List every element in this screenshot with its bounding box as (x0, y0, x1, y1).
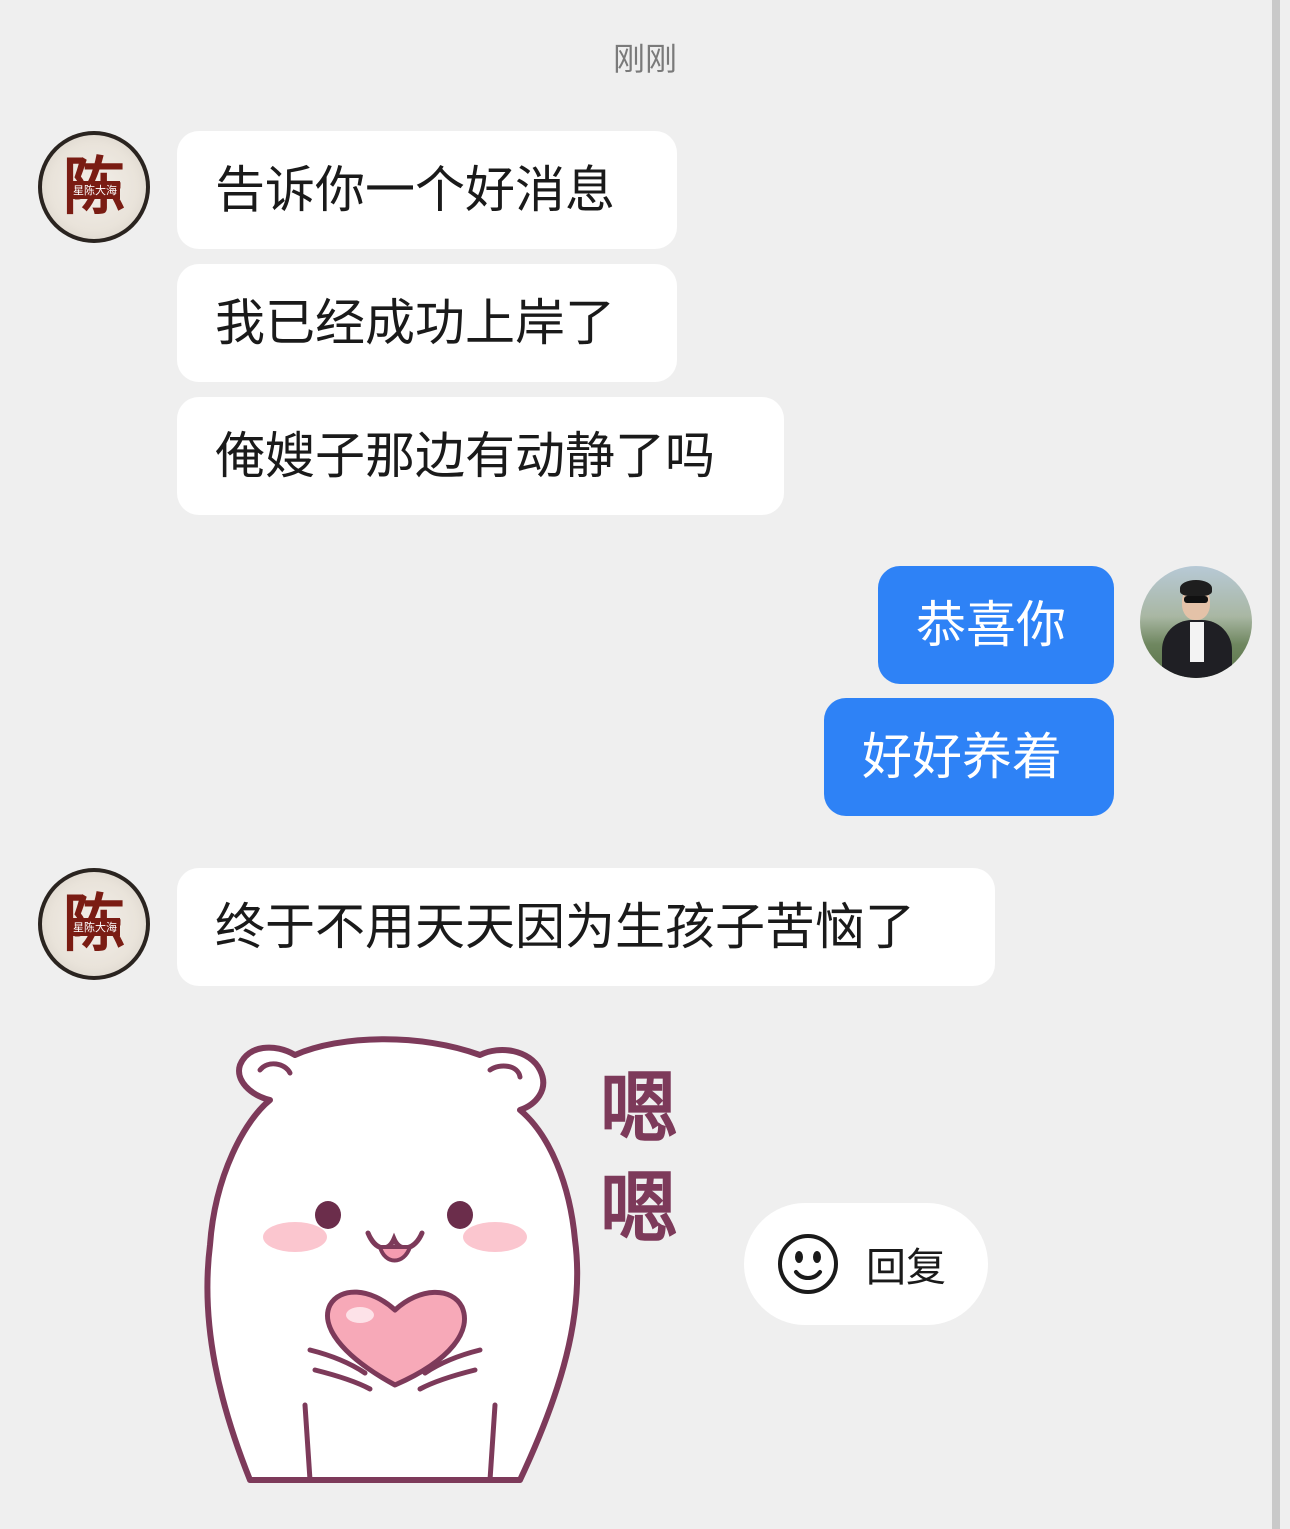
avatar-subtext: 星陈大海 (70, 181, 120, 199)
message-bubble-outgoing[interactable]: 好好养着 (824, 698, 1114, 816)
bear-eye-right (447, 1201, 473, 1229)
sticker-caption-bottom: 嗯 (600, 1164, 678, 1254)
sticker-caption-top: 嗯 (600, 1064, 678, 1154)
smile-icon (778, 1234, 838, 1294)
avatar-person-shirt (1190, 622, 1204, 662)
bear-eye-left (315, 1201, 341, 1229)
avatar-person-glasses (1184, 596, 1208, 603)
scrollbar[interactable] (1272, 0, 1280, 1529)
message-bubble-incoming[interactable]: 终于不用天天因为生孩子苦恼了 (177, 868, 995, 986)
bear-blush-left (263, 1222, 327, 1252)
message-bubble-incoming[interactable]: 俺嫂子那边有动静了吗 (177, 397, 784, 515)
bear-blush-right (463, 1222, 527, 1252)
contact-avatar[interactable]: 陈 星陈大海 (38, 868, 150, 980)
contact-avatar[interactable]: 陈 星陈大海 (38, 131, 150, 243)
reply-label: 回复 (866, 1245, 946, 1291)
message-bubble-incoming[interactable]: 我已经成功上岸了 (177, 264, 677, 382)
reply-button[interactable]: 回复 (744, 1203, 988, 1325)
message-bubble-incoming[interactable]: 告诉你一个好消息 (177, 131, 677, 249)
heart-highlight (346, 1307, 374, 1323)
avatar-person-hair (1180, 580, 1212, 596)
message-timestamp: 刚刚 (612, 40, 677, 78)
self-avatar[interactable] (1140, 566, 1252, 678)
message-bubble-outgoing[interactable]: 恭喜你 (878, 566, 1114, 684)
sticker-bear-heart[interactable]: 嗯 嗯 (190, 1025, 710, 1485)
avatar-subtext: 星陈大海 (70, 918, 120, 936)
